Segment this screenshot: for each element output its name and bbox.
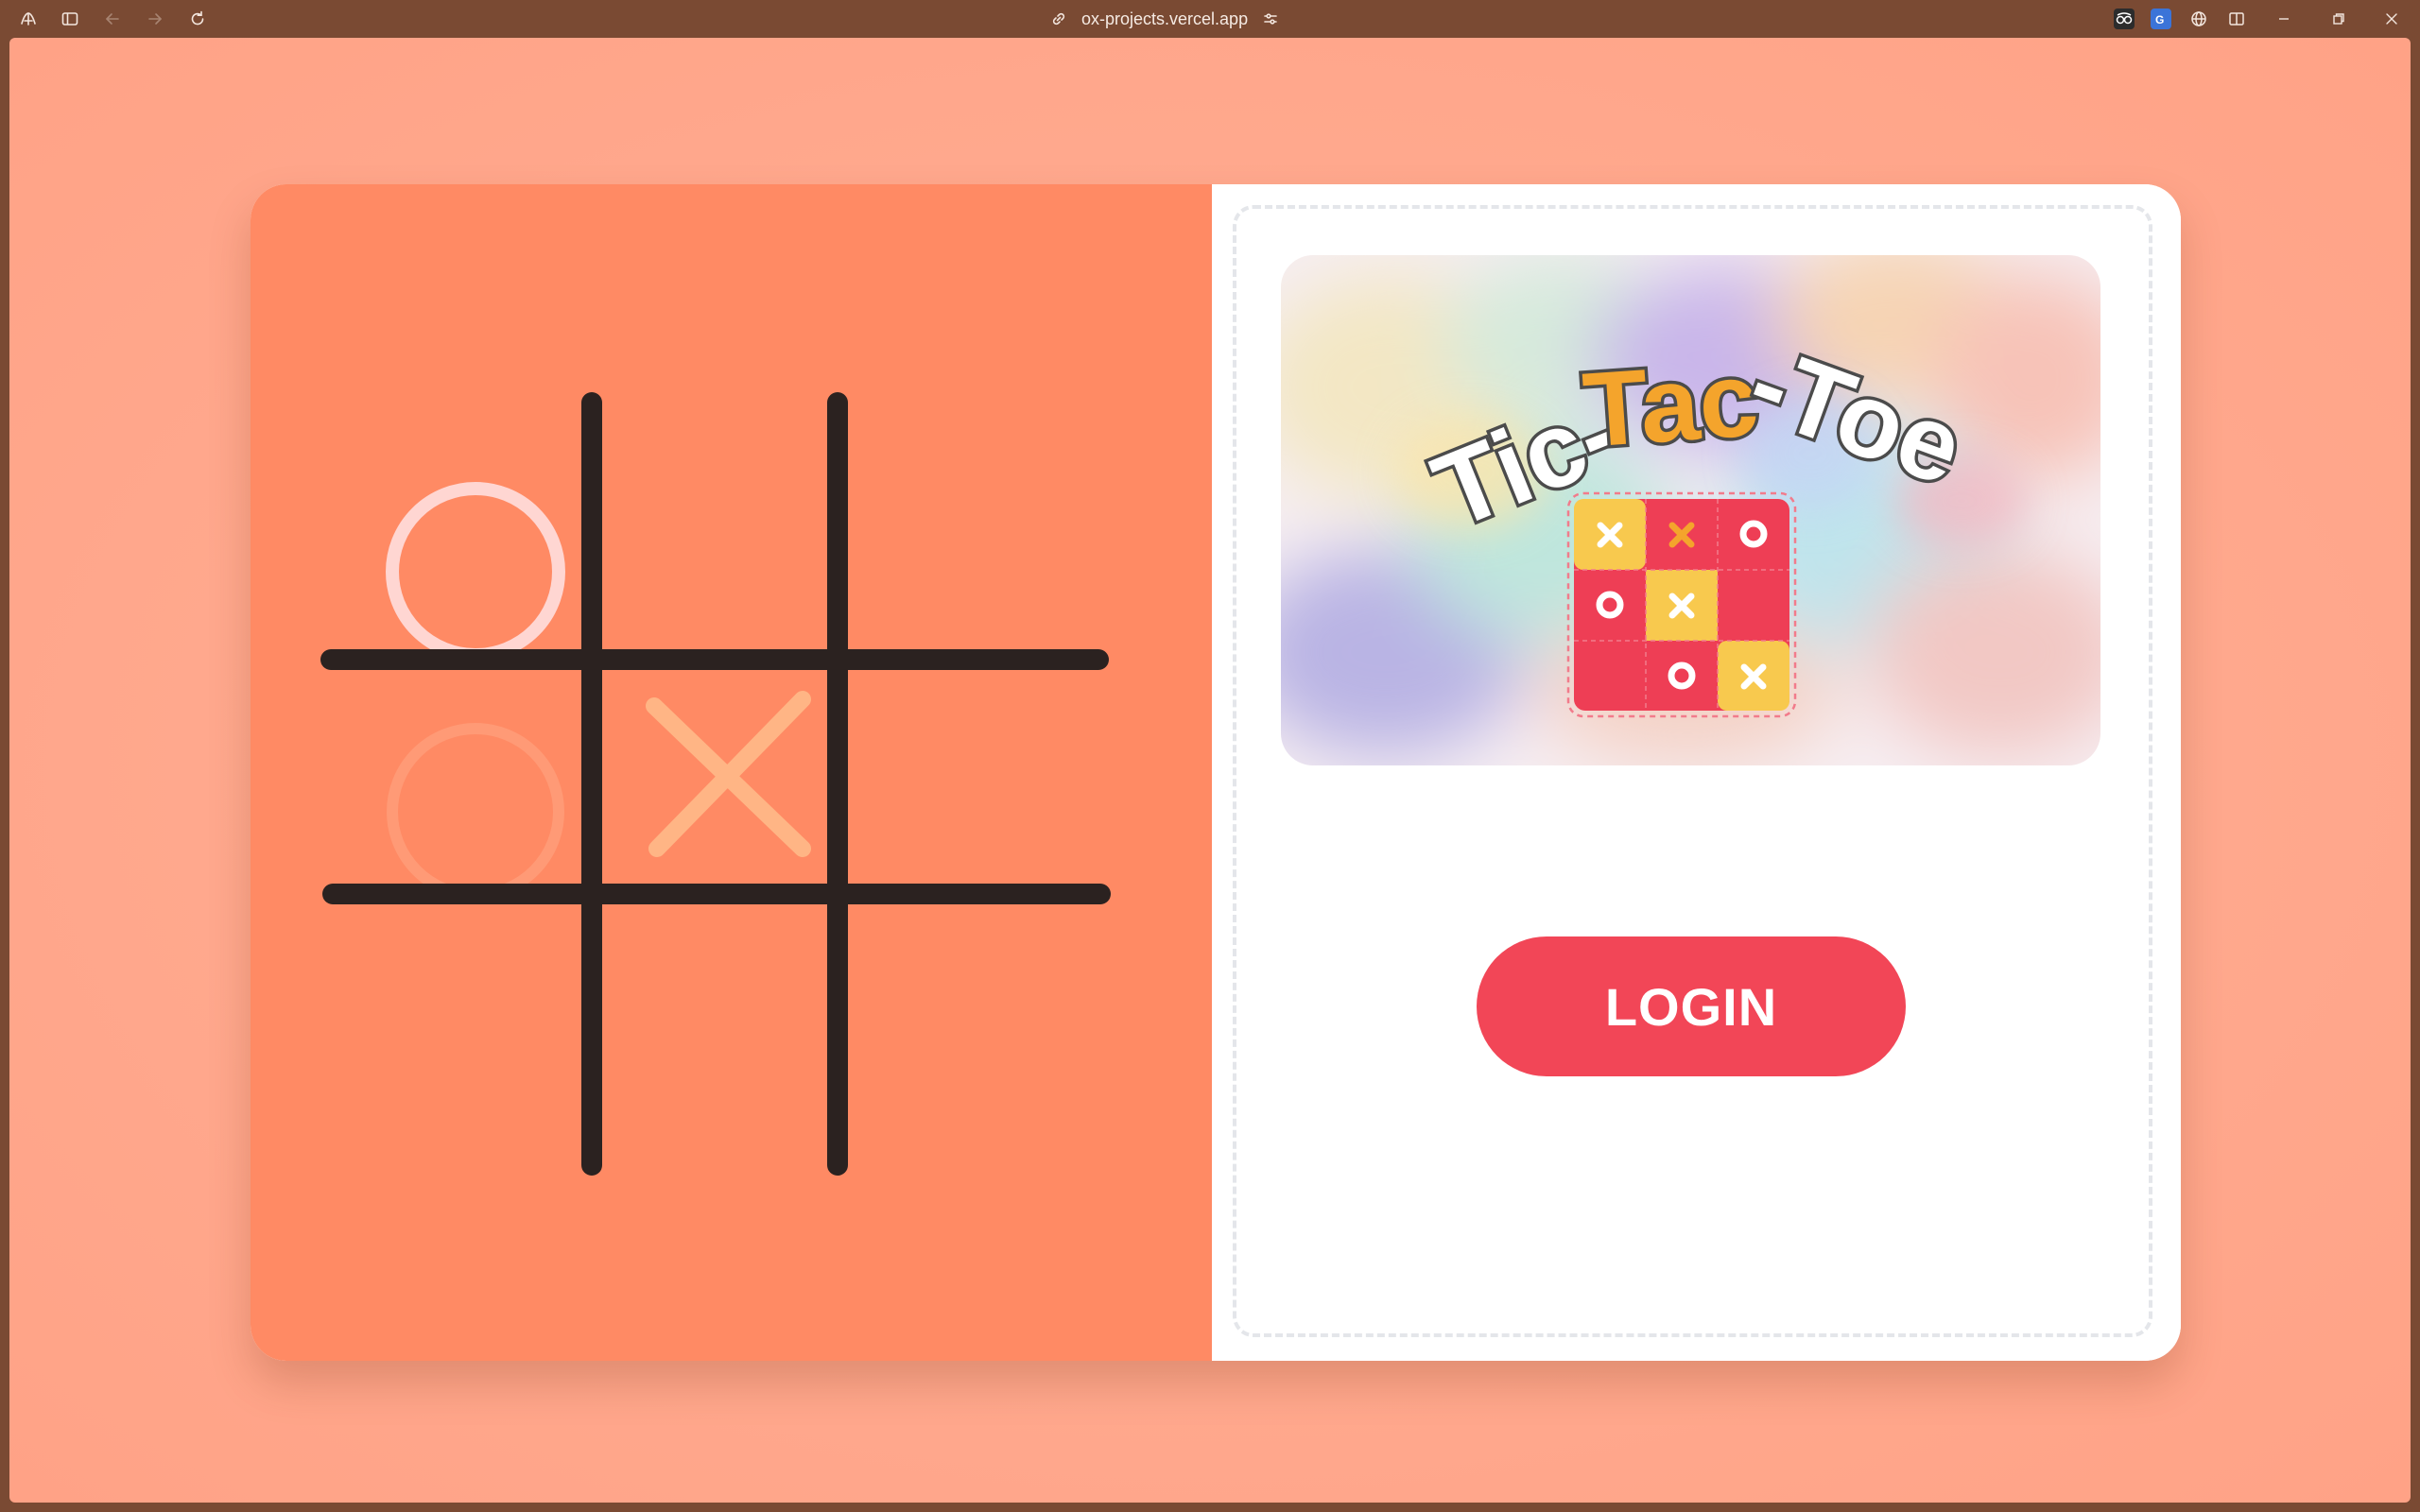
- translate-extension-icon[interactable]: G: [2151, 9, 2171, 29]
- back-arrow-icon[interactable]: [101, 8, 124, 30]
- minimize-icon[interactable]: [2273, 8, 2295, 30]
- login-card: Tic- Tac -Toe LOGIN: [251, 184, 2181, 1361]
- forward-arrow-icon[interactable]: [144, 8, 166, 30]
- split-view-icon[interactable]: [2225, 8, 2248, 30]
- banner-art: Tic- Tac -Toe: [1281, 255, 2100, 765]
- tic-tac-toe-illustration-panel: [251, 184, 1212, 1361]
- svg-text:G: G: [2155, 13, 2164, 26]
- o-mark-top-left: [386, 482, 565, 662]
- sidebar-toggle-icon[interactable]: [59, 8, 81, 30]
- site-settings-icon[interactable]: [1261, 9, 1280, 28]
- browser-titlebar: ox-projects.vercel.app G: [0, 0, 2420, 38]
- restore-icon[interactable]: [2327, 8, 2350, 30]
- app-logo-icon[interactable]: [17, 8, 40, 30]
- page-viewport: Tic- Tac -Toe LOGIN: [9, 38, 2411, 1503]
- game-banner: Tic- Tac -Toe: [1281, 255, 2100, 765]
- globe-icon[interactable]: [2187, 8, 2210, 30]
- reload-icon[interactable]: [186, 8, 209, 30]
- o-mark-middle-left: [387, 723, 564, 901]
- url-text[interactable]: ox-projects.vercel.app: [1081, 9, 1248, 29]
- glasses-extension-icon[interactable]: [2114, 9, 2135, 29]
- login-button[interactable]: LOGIN: [1477, 936, 1906, 1076]
- close-icon[interactable]: [2380, 8, 2403, 30]
- link-icon[interactable]: [1049, 9, 1068, 28]
- address-bar[interactable]: ox-projects.vercel.app: [1049, 6, 1280, 32]
- title-part-tac: Tac: [1580, 339, 1762, 470]
- banner-mini-board: [1566, 491, 1797, 718]
- x-mark-center: [646, 691, 811, 857]
- tic-tac-toe-illustration: [320, 392, 1111, 1176]
- login-panel: Tic- Tac -Toe LOGIN: [1212, 184, 2181, 1361]
